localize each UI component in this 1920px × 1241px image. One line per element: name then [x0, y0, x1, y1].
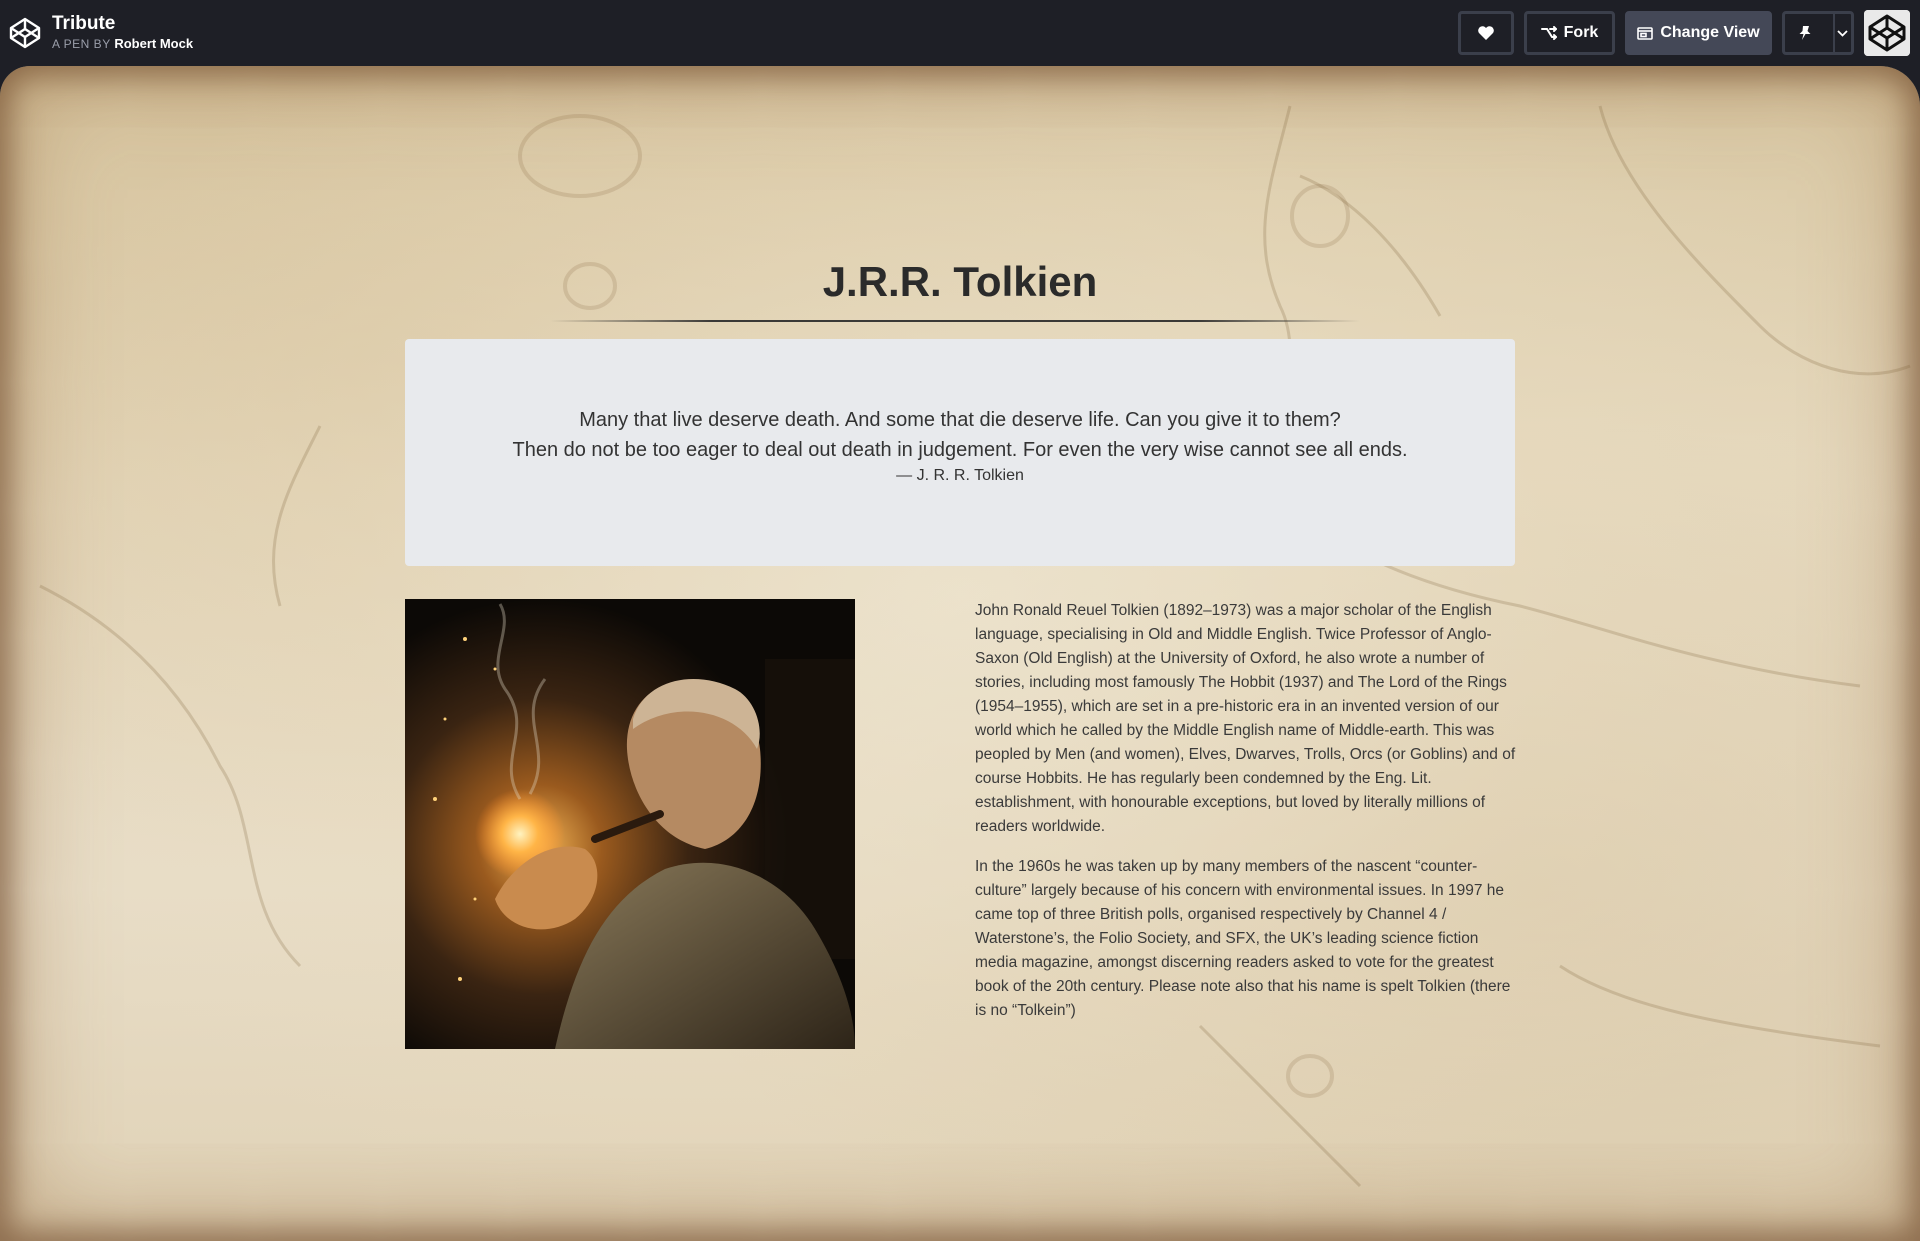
pin-icon: [1799, 26, 1811, 40]
quote-line-2: Then do not be too eager to deal out dea…: [512, 439, 1408, 461]
pen-by-label: A PEN BY: [52, 37, 111, 52]
codepen-logo-icon[interactable]: [8, 16, 42, 50]
header-actions: Fork Change View: [1458, 10, 1910, 56]
quote-line-1: Many that live deserve death. And some t…: [579, 409, 1341, 431]
preview-area: J.R.R. Tolkien Many that live deserve de…: [0, 66, 1920, 1241]
tolkien-portrait-image: [405, 599, 855, 1049]
chevron-down-icon: [1837, 29, 1849, 37]
title-divider: [550, 320, 1360, 322]
codepen-header: Tribute A PEN BY Robert Mock Fork Change…: [0, 0, 1920, 66]
biography-text: John Ronald Reuel Tolkien (1892–1973) wa…: [975, 599, 1520, 1039]
bio-paragraph-2: In the 1960s he was taken up by many mem…: [975, 858, 1511, 1019]
bio-paragraph-1: John Ronald Reuel Tolkien (1892–1973) wa…: [975, 602, 1516, 835]
page-title: J.R.R. Tolkien: [822, 258, 1098, 305]
change-view-button[interactable]: Change View: [1625, 11, 1772, 55]
window-icon: [1637, 26, 1654, 40]
heart-button[interactable]: [1458, 11, 1514, 55]
quote-author: — J. R. R. Tolkien: [896, 467, 1024, 484]
parchment-background: J.R.R. Tolkien Many that live deserve de…: [0, 66, 1920, 1241]
change-view-label: Change View: [1660, 24, 1760, 41]
portrait-illustration: [405, 599, 855, 1049]
codepen-avatar-icon: [1864, 10, 1910, 56]
fork-label: Fork: [1563, 24, 1599, 41]
pin-button[interactable]: [1782, 11, 1854, 55]
pen-title[interactable]: Tribute: [52, 14, 193, 35]
fork-icon: [1540, 26, 1557, 40]
pin-toggle[interactable]: [1785, 14, 1826, 52]
pen-byline: A PEN BY Robert Mock: [52, 37, 193, 51]
quote-box: Many that live deserve death. And some t…: [405, 339, 1515, 566]
author-link[interactable]: Robert Mock: [114, 36, 193, 51]
user-avatar[interactable]: [1864, 10, 1910, 56]
pin-menu-toggle[interactable]: [1832, 14, 1851, 52]
fork-button[interactable]: Fork: [1524, 11, 1615, 55]
pen-brand: Tribute A PEN BY Robert Mock: [8, 14, 193, 51]
parchment-stains: [39, 105, 1911, 1188]
heart-icon: [1478, 26, 1494, 40]
